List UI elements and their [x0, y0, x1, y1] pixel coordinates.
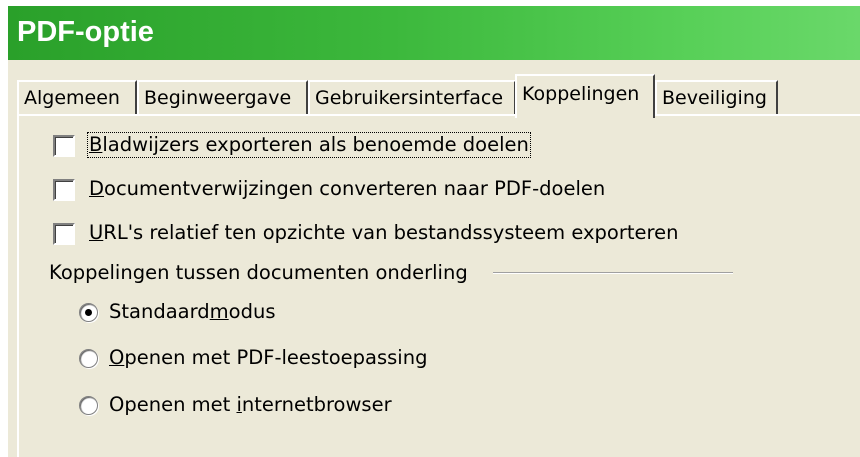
tab-koppelingen[interactable]: Koppelingen [515, 74, 655, 118]
export-bookmarks-label[interactable]: Bladwijzers exporteren als benoemde doel… [87, 132, 531, 158]
tab-label: Beveiliging [662, 87, 767, 109]
tab-label: Gebruikersinterface [315, 87, 504, 109]
radio-selected-dot [85, 309, 92, 316]
default-mode-label[interactable]: Standaardmodus [109, 301, 276, 323]
tab-label: Beginweergave [144, 87, 292, 109]
convert-document-references-checkbox-row[interactable]: Documentverwijzingen converteren naar PD… [53, 178, 605, 202]
relative-urls-checkbox-row[interactable]: URL's relatief ten opzichte van bestands… [53, 222, 678, 246]
group-separator [493, 272, 733, 274]
open-with-browser-radio[interactable] [79, 396, 98, 415]
cross-document-links-group-label: Koppelingen tussen documenten onderling [49, 261, 468, 284]
default-mode-radio[interactable] [79, 303, 98, 322]
window-title: PDF-optie [17, 16, 154, 48]
convert-document-references-checkbox[interactable] [53, 179, 75, 201]
open-with-pdf-reader-label[interactable]: Openen met PDF-leestoepassing [109, 347, 427, 369]
convert-document-references-label[interactable]: Documentverwijzingen converteren naar PD… [89, 178, 605, 200]
tab-gebruikersinterface[interactable]: Gebruikersinterface [308, 80, 516, 116]
open-with-browser-label[interactable]: Openen met internetbrowser [109, 394, 392, 416]
title-bar: PDF-optie [8, 6, 860, 60]
export-bookmarks-checkbox-row[interactable]: Bladwijzers exporteren als benoemde doel… [53, 132, 531, 158]
relative-urls-label[interactable]: URL's relatief ten opzichte van bestands… [89, 222, 678, 244]
relative-urls-checkbox[interactable] [53, 223, 75, 245]
tab-algemeen[interactable]: Algemeen [17, 80, 137, 116]
tab-label: Koppelingen [522, 83, 640, 105]
tab-beginweergave[interactable]: Beginweergave [137, 80, 308, 116]
tab-beveiliging[interactable]: Beveiliging [655, 80, 778, 116]
export-bookmarks-checkbox[interactable] [53, 135, 75, 157]
open-with-pdf-reader-radio[interactable] [79, 349, 98, 368]
tab-label: Algemeen [24, 87, 120, 109]
pdf-options-dialog: PDF-optie Algemeen Beginweergave Gebruik… [0, 0, 860, 457]
